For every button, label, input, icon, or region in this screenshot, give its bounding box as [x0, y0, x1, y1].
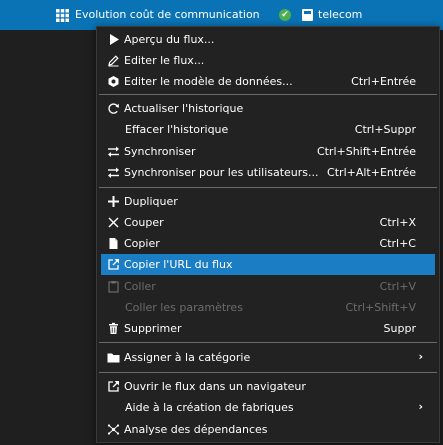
menu-item-synchroniser[interactable]: Synchroniser Ctrl+Shift+Entrée [101, 141, 435, 162]
menu-item-label: Effacer l'historique [125, 123, 229, 136]
menu-item-shortcut: Ctrl+X [379, 216, 416, 229]
menu-item-aide-fabriques[interactable]: Aide à la création de fabriques › [101, 397, 435, 418]
menu-item-shortcut: Ctrl+C [379, 237, 416, 250]
menu-separator [99, 187, 437, 188]
menu-item-label: Editer le flux... [124, 54, 205, 67]
menu-item-label: Synchroniser [124, 145, 196, 158]
menu-item-label: Coller les paramètres [125, 301, 243, 314]
flow-title: Evolution coût de communication [75, 8, 260, 21]
menu-item-ouvrir-navigateur[interactable]: Ouvrir le flux dans un navigateur [101, 376, 435, 397]
dependency-icon [107, 424, 120, 435]
menu-item-label: Aperçu du flux... [124, 33, 215, 46]
menu-item-label: Ouvrir le flux dans un navigateur [124, 380, 306, 393]
menu-item-synchroniser-utilisateurs[interactable]: Synchroniser pour les utilisateurs... Ct… [101, 162, 435, 183]
data-model-icon [108, 76, 119, 87]
menu-item-label: Synchroniser pour les utilisateurs... [124, 166, 319, 179]
menu-item-dupliquer[interactable]: Dupliquer [101, 191, 435, 212]
menu-item-couper[interactable]: Couper Ctrl+X [101, 212, 435, 233]
menu-item-apercu[interactable]: Aperçu du flux... [101, 29, 435, 50]
menu-item-copier-url[interactable]: Copier l'URL du flux [101, 254, 435, 275]
menu-item-label: Supprimer [124, 322, 182, 335]
sync-icon [108, 146, 119, 157]
menu-item-analyse-dependances[interactable]: Analyse des dépendances [101, 419, 435, 440]
menu-item-coller-parametres[interactable]: Coller les paramètres Ctrl+Shift+V [101, 297, 435, 318]
connection-name: telecom [318, 8, 363, 21]
context-menu: Aperçu du flux... Editer le flux... Edit… [96, 26, 440, 443]
menu-item-label: Actualiser l'historique [124, 102, 244, 115]
menu-item-shortcut: Ctrl+Shift+V [345, 301, 416, 314]
menu-separator [99, 372, 437, 373]
menu-item-shortcut: Suppr [383, 322, 416, 335]
refresh-icon [108, 103, 119, 114]
menu-item-coller[interactable]: Coller Ctrl+V [101, 276, 435, 297]
external-link-icon [108, 259, 119, 270]
submenu-arrow-icon: › [418, 400, 423, 413]
menu-item-label: Copier l'URL du flux [124, 258, 233, 271]
copy-icon [109, 238, 118, 249]
menu-item-shortcut: Ctrl+Suppr [354, 123, 416, 136]
menu-item-editer-flux[interactable]: Editer le flux... [101, 50, 435, 71]
submenu-arrow-icon: › [418, 350, 423, 363]
grid-icon [56, 9, 69, 22]
check-icon: ✔ [279, 9, 291, 21]
menu-item-effacer-historique[interactable]: Effacer l'historique Ctrl+Suppr [101, 119, 435, 140]
external-link-icon [108, 381, 119, 392]
plus-icon [108, 196, 119, 207]
menu-item-shortcut: Ctrl+Alt+Entrée [327, 166, 416, 179]
menu-item-shortcut: Ctrl+Entrée [351, 75, 416, 88]
pencil-icon [108, 55, 119, 67]
folder-icon [107, 353, 120, 363]
menu-item-actualiser-historique[interactable]: Actualiser l'historique [101, 98, 435, 119]
menu-item-label: Copier [124, 237, 160, 250]
menu-item-label: Assigner à la catégorie [124, 351, 251, 364]
menu-item-label: Dupliquer [124, 195, 178, 208]
menu-item-label: Editer le modèle de données... [124, 75, 293, 88]
menu-separator [99, 342, 437, 343]
menu-item-shortcut: Ctrl+Shift+Entrée [316, 145, 416, 158]
menu-item-label: Analyse des dépendances [124, 423, 268, 436]
menu-item-editer-modele[interactable]: Editer le modèle de données... Ctrl+Entr… [101, 71, 435, 92]
trash-icon [109, 322, 118, 334]
menu-item-copier[interactable]: Copier Ctrl+C [101, 233, 435, 254]
menu-separator [99, 94, 437, 95]
paste-icon [108, 281, 119, 293]
menu-item-supprimer[interactable]: Supprimer Suppr [101, 318, 435, 339]
menu-item-label: Aide à la création de fabriques [125, 401, 294, 414]
sync-icon [108, 167, 119, 178]
menu-item-shortcut: Ctrl+V [379, 280, 416, 293]
play-icon [110, 34, 119, 45]
cut-icon [108, 217, 119, 228]
menu-item-assigner-categorie[interactable]: Assigner à la catégorie › [101, 347, 435, 368]
menu-item-label: Coller [124, 280, 156, 293]
menu-item-label: Couper [124, 216, 164, 229]
database-icon [302, 9, 313, 21]
